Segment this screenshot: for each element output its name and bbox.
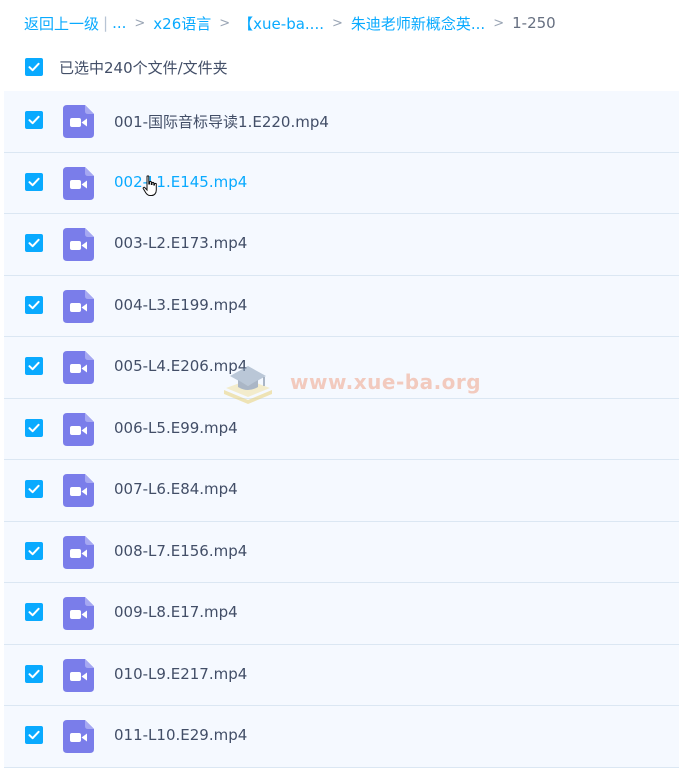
check-icon (28, 238, 40, 248)
file-name[interactable]: 009-L8.E17.mp4 (114, 603, 238, 621)
file-checkbox[interactable] (25, 541, 43, 560)
file-row[interactable]: 011-L10.E29.mp4 (4, 706, 679, 768)
file-checkbox[interactable] (25, 603, 43, 621)
file-checkbox[interactable] (25, 295, 43, 314)
video-file-icon (63, 658, 94, 692)
select-all-checkbox[interactable] (25, 58, 43, 76)
file-row[interactable]: 001-国际音标导读1.E220.mp4 (4, 91, 679, 153)
check-icon (28, 300, 40, 309)
video-file-icon (63, 166, 94, 200)
file-name[interactable]: 006-L5.E99.mp4 (114, 419, 238, 437)
video-file-icon (63, 720, 94, 753)
file-row[interactable]: 006-L5.E99.mp4 (4, 398, 679, 460)
video-file-icon (63, 474, 94, 507)
file-list: 001-国际音标导读1.E220.mp4 002-L1.E145.mp4 003-L… (4, 91, 679, 768)
breadcrumb-item-xueba[interactable]: 【xue-ba.... (238, 13, 324, 34)
video-file-icon (63, 351, 94, 384)
file-name[interactable]: 004-L3.E199.mp4 (114, 296, 247, 314)
file-checkbox[interactable] (25, 111, 43, 129)
file-checkbox[interactable] (25, 418, 43, 437)
file-name[interactable]: 003-L2.E173.mp4 (114, 234, 247, 252)
select-all-bar: 已选中240个文件/文件夹 (25, 56, 228, 78)
file-checkbox[interactable] (25, 664, 43, 683)
file-row[interactable]: 010-L9.E217.mp4 (4, 644, 679, 706)
watermark: www.xue-ba.org (220, 360, 481, 404)
watermark-text: www.xue-ba.org (290, 370, 482, 394)
breadcrumb-arrow: > (331, 15, 343, 31)
file-checkbox[interactable] (25, 480, 43, 498)
check-icon (28, 730, 40, 740)
video-file-icon (63, 289, 94, 323)
file-row[interactable]: 003-L2.E173.mp4 (4, 214, 679, 276)
file-checkbox[interactable] (25, 172, 43, 191)
video-file-icon (63, 105, 94, 138)
file-name[interactable]: 002-L1.E145.mp4 (114, 173, 247, 191)
video-file-icon (63, 597, 94, 630)
file-row[interactable]: 002-L1.E145.mp4 (4, 152, 679, 214)
breadcrumb-item-x26[interactable]: x26语言 (153, 13, 211, 34)
hand-cursor-icon (142, 175, 157, 196)
file-name[interactable]: 001-国际音标导读1.E220.mp4 (114, 111, 329, 132)
breadcrumb-arrow: > (219, 15, 231, 31)
video-file-icon (63, 535, 94, 569)
breadcrumb-current: 1-250 (512, 14, 556, 32)
breadcrumb-item-course[interactable]: 朱迪老师新概念英... (351, 13, 485, 34)
check-icon (28, 62, 40, 72)
file-checkbox[interactable] (25, 357, 43, 375)
check-icon (28, 669, 40, 678)
file-name[interactable]: 011-L10.E29.mp4 (114, 726, 247, 744)
breadcrumb: 返回上一级 | ... > x26语言 > 【xue-ba.... > 朱迪老师… (24, 11, 556, 35)
file-row[interactable]: 009-L8.E17.mp4 (4, 583, 679, 645)
breadcrumb-arrow: > (134, 15, 146, 31)
file-row[interactable]: 007-L6.E84.mp4 (4, 460, 679, 522)
file-row[interactable]: 004-L3.E199.mp4 (4, 275, 679, 337)
selection-count-label: 已选中240个文件/文件夹 (59, 58, 228, 77)
video-file-icon (63, 412, 94, 446)
file-checkbox[interactable] (25, 234, 43, 252)
check-icon (28, 546, 40, 555)
check-icon (28, 361, 40, 371)
check-icon (28, 607, 40, 617)
file-checkbox[interactable] (25, 726, 43, 744)
back-link[interactable]: 返回上一级 (24, 13, 99, 34)
breadcrumb-divider: | (103, 14, 109, 32)
file-row[interactable]: 008-L7.E156.mp4 (4, 521, 679, 583)
check-icon (28, 484, 40, 494)
file-name[interactable]: 010-L9.E217.mp4 (114, 665, 247, 683)
check-icon (28, 115, 40, 125)
breadcrumb-ellipsis[interactable]: ... (112, 14, 126, 32)
file-name[interactable]: 008-L7.E156.mp4 (114, 542, 247, 560)
graduation-cap-logo-icon (224, 366, 272, 404)
file-name[interactable]: 007-L6.E84.mp4 (114, 480, 238, 498)
check-icon (28, 177, 40, 186)
video-file-icon (63, 228, 94, 261)
check-icon (28, 423, 40, 432)
breadcrumb-arrow: > (493, 15, 505, 31)
